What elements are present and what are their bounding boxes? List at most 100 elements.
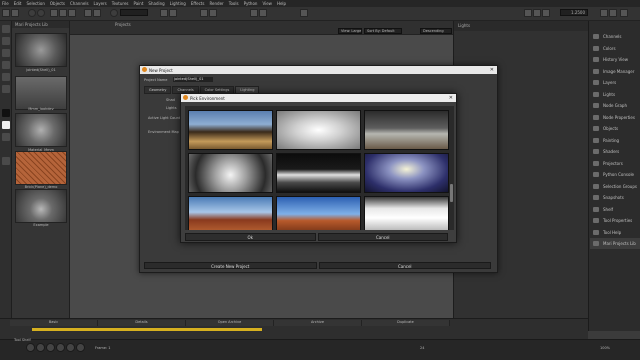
erase-icon[interactable] [68,9,76,17]
menu-edit[interactable]: Edit [14,1,22,6]
menu-python[interactable]: Python [244,1,258,6]
camera-icon[interactable] [110,9,118,17]
silver-sphere-hdri[interactable] [188,153,273,193]
pan-icon[interactable] [66,343,75,352]
sort-select[interactable]: Sort By: Default [364,28,402,34]
view-mode-select[interactable]: View: Large [338,28,362,34]
play-icon[interactable] [36,343,45,352]
create-project-button[interactable]: Create New Project [144,262,317,269]
menu-effects[interactable]: Effects [191,1,205,6]
brick-thumbnail[interactable] [15,151,67,185]
palette-image-manager[interactable]: Image Manager [590,66,640,77]
box-thumbnail[interactable] [15,189,67,223]
palette-layers[interactable]: Layers [590,77,640,88]
white-studio-hdri[interactable] [276,110,361,150]
dark-tunnel-hdri[interactable] [276,153,361,193]
menu-tools[interactable]: Tools [229,1,239,6]
menu-lighting[interactable]: Lighting [170,1,186,6]
fit-icon[interactable] [600,9,608,17]
tab-geometry[interactable]: Geometry [144,86,172,94]
menu-selection[interactable]: Selection [26,1,44,6]
forward-icon[interactable] [46,343,55,352]
stamp-icon[interactable] [37,9,45,17]
brush-icon[interactable] [28,9,36,17]
foreground-color-icon[interactable] [2,109,10,117]
paint-through-icon[interactable] [50,9,58,17]
cancel-button[interactable]: Cancel [317,233,448,241]
background-color-icon[interactable] [2,121,10,129]
palette-shaders[interactable]: Shaders [590,146,640,157]
swap-color-icon[interactable] [2,133,10,141]
menu-objects[interactable]: Objects [50,1,65,6]
history-icon[interactable] [524,9,532,17]
white-room-hdri[interactable] [364,196,449,230]
ok-button[interactable]: Ok [185,233,316,241]
menu-layers[interactable]: Layers [94,1,107,6]
menu-shading[interactable]: Shading [148,1,164,6]
layer-icon[interactable] [200,9,208,17]
menu-file[interactable]: File [2,1,9,6]
shelf-tab-details[interactable]: Details [98,320,186,326]
menu-paint[interactable]: Paint [134,1,144,6]
blue-hall-hdri[interactable] [364,153,449,193]
color-picker-icon[interactable] [93,9,101,17]
teapot-hdri[interactable] [188,110,273,150]
shelf-tab-basic[interactable]: Basic [10,320,98,326]
palette-tool-help[interactable]: Tool Help [590,227,640,238]
move-tool-icon[interactable] [11,9,19,17]
settings-icon[interactable] [620,9,628,17]
menu-textures[interactable]: Textures [112,1,129,6]
menu-channels[interactable]: Channels [70,1,89,6]
palette-node-graph[interactable]: Node Graph [590,100,640,111]
zoom-view-icon[interactable] [76,343,85,352]
blur-tool-icon[interactable] [2,61,10,69]
canyon-grey-hdri[interactable] [364,110,449,150]
render-icon[interactable] [259,9,267,17]
menu-view[interactable]: View [262,1,272,6]
frame-icon[interactable] [609,9,617,17]
palette-painting[interactable]: Painting [590,135,640,146]
palette-selection-groups[interactable]: Selection Groups [590,181,640,192]
snapshot-icon[interactable] [250,9,258,17]
fill-icon[interactable] [59,9,67,17]
palette-colors[interactable]: Colors [590,43,640,54]
palette-tool-properties[interactable]: Tool Properties [590,215,640,226]
undo-icon[interactable] [533,9,541,17]
palette-projectors[interactable]: Projectors [590,158,640,169]
scrollbar[interactable] [449,106,454,230]
scrollbar-thumb[interactable] [450,184,453,202]
mirror-icon[interactable] [160,9,168,17]
hexnut-thumbnail[interactable] [15,33,67,67]
close-icon[interactable]: ✕ [490,67,494,73]
transform-tool-icon[interactable] [2,157,10,165]
select-tool-icon[interactable] [2,9,10,17]
shelf-tab-archive[interactable]: Archive [274,320,362,326]
robot-thumbnail[interactable] [15,76,67,110]
palette-node-properties[interactable]: Node Properties [590,112,640,123]
palette-history-view[interactable]: History View [590,54,640,65]
grey-sphere-thumbnail[interactable] [15,113,67,147]
size-field[interactable] [120,9,148,16]
order-select[interactable]: Descending [420,28,452,34]
orbit-icon[interactable] [56,343,65,352]
redo-icon[interactable] [542,9,550,17]
rewind-icon[interactable] [26,343,35,352]
palette-python-console[interactable]: Python Console [590,169,640,180]
clone-tool-icon[interactable] [2,37,10,45]
palette-mari-projects-lib[interactable]: Mari Projects Lib [590,238,640,249]
lock-icon[interactable] [300,9,308,17]
palette-lights[interactable]: Lights [590,89,640,100]
project-name-field[interactable]: jointed(Shell)_01 [173,77,213,82]
smear-tool-icon[interactable] [2,49,10,57]
palette-objects[interactable]: Objects [590,123,640,134]
cancel-button[interactable]: Cancel [318,262,491,269]
mask-icon[interactable] [209,9,217,17]
slurp-tool-icon[interactable] [2,73,10,81]
shelf-tab-open-archive[interactable]: Open Archive [186,320,274,326]
shelf-tab-duplicate[interactable]: Duplicate [362,320,450,326]
desert-red-hdri[interactable] [188,196,273,230]
menu-help[interactable]: Help [277,1,286,6]
select-tool-icon-2[interactable] [2,85,10,93]
paint-tool-icon[interactable] [2,25,10,33]
menu-render[interactable]: Render [209,1,223,6]
